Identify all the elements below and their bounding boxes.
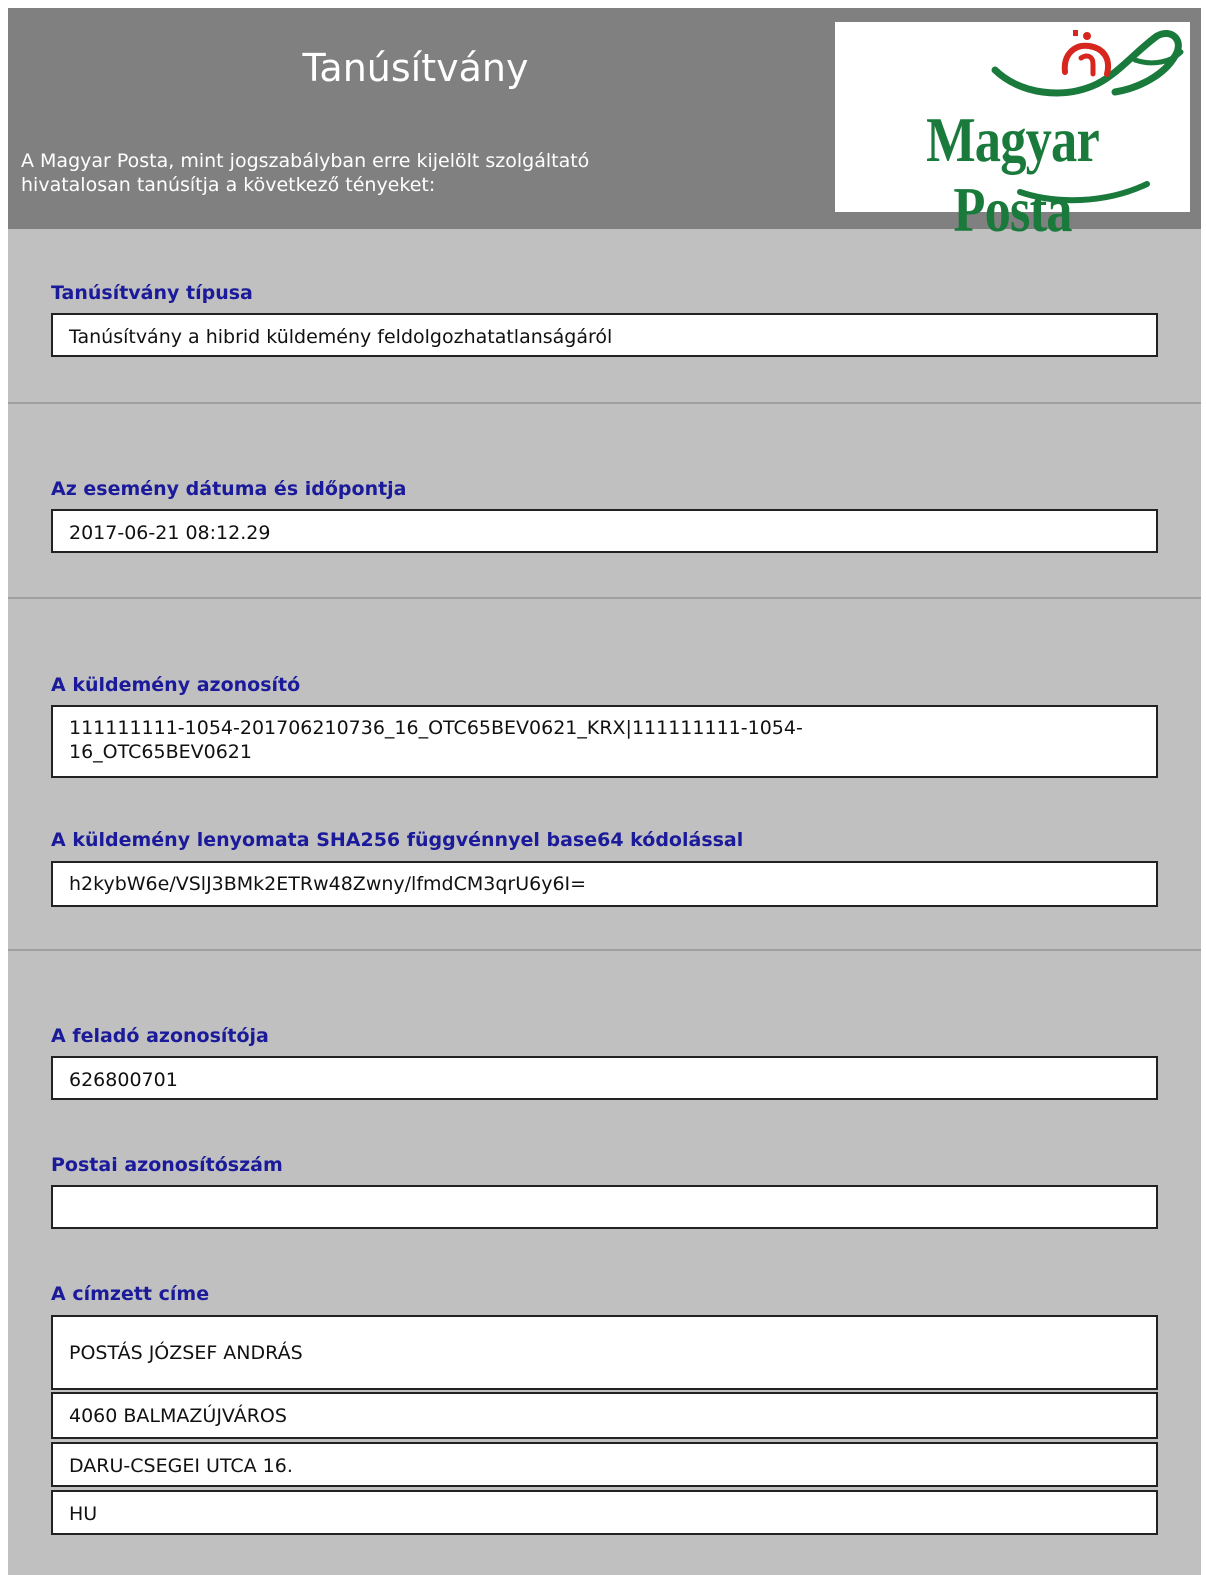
recipient-name-field: POSTÁS JÓZSEF ANDRÁS — [51, 1315, 1158, 1390]
section-divider — [8, 949, 1201, 951]
postal-id-field — [51, 1185, 1158, 1229]
certificate-header: Tanúsítvány A Magyar Posta, mint jogszab… — [8, 8, 1201, 245]
magyar-posta-logo: Magyar Posta — [835, 22, 1190, 245]
header-subtitle-line-1: A Magyar Posta, mint jogszabályban erre … — [21, 150, 590, 172]
header-subtitle: A Magyar Posta, mint jogszabályban erre … — [21, 149, 821, 197]
recipient-country-field: HU — [51, 1490, 1158, 1535]
postal-id-label: Postai azonosítószám — [51, 1154, 283, 1176]
recipient-city-field: 4060 BALMAZÚJVÁROS — [51, 1392, 1158, 1439]
event-datetime-field: 2017-06-21 08:12.29 — [51, 509, 1158, 553]
page-title: Tanúsítvány — [302, 46, 529, 90]
certificate-type-field: Tanúsítvány a hibrid küldemény feldolgoz… — [51, 313, 1158, 357]
item-id-line-1: 111111111-1054-201706210736_16_OTC65BEV0… — [69, 717, 803, 739]
section-divider — [8, 402, 1201, 404]
event-datetime-label: Az esemény dátuma és időpontja — [51, 478, 407, 500]
sender-id-label: A feladó azonosítója — [51, 1025, 269, 1047]
recipient-street-field: DARU-CSEGEI UTCA 16. — [51, 1442, 1158, 1487]
sender-id-field: 626800701 — [51, 1056, 1158, 1100]
logo-wordmark: Magyar Posta — [926, 104, 1100, 245]
header-subtitle-line-2: hivatalosan tanúsítja a következő tények… — [21, 174, 436, 196]
item-id-label: A küldemény azonosító — [51, 674, 301, 696]
section-divider — [8, 597, 1201, 599]
item-id-field: 111111111-1054-201706210736_16_OTC65BEV0… — [51, 705, 1158, 778]
item-hash-label: A küldemény lenyomata SHA256 függvénnyel… — [51, 829, 744, 851]
item-hash-field: h2kybW6e/VSlJ3BMk2ETRw48Zwny/lfmdCM3qrU6… — [51, 861, 1158, 907]
certificate-page: Tanúsítvány A Magyar Posta, mint jogszab… — [8, 8, 1201, 1575]
certificate-type-label: Tanúsítvány típusa — [51, 282, 253, 304]
recipient-address-label: A címzett címe — [51, 1283, 210, 1305]
item-id-line-2: 16_OTC65BEV0621 — [69, 741, 252, 763]
